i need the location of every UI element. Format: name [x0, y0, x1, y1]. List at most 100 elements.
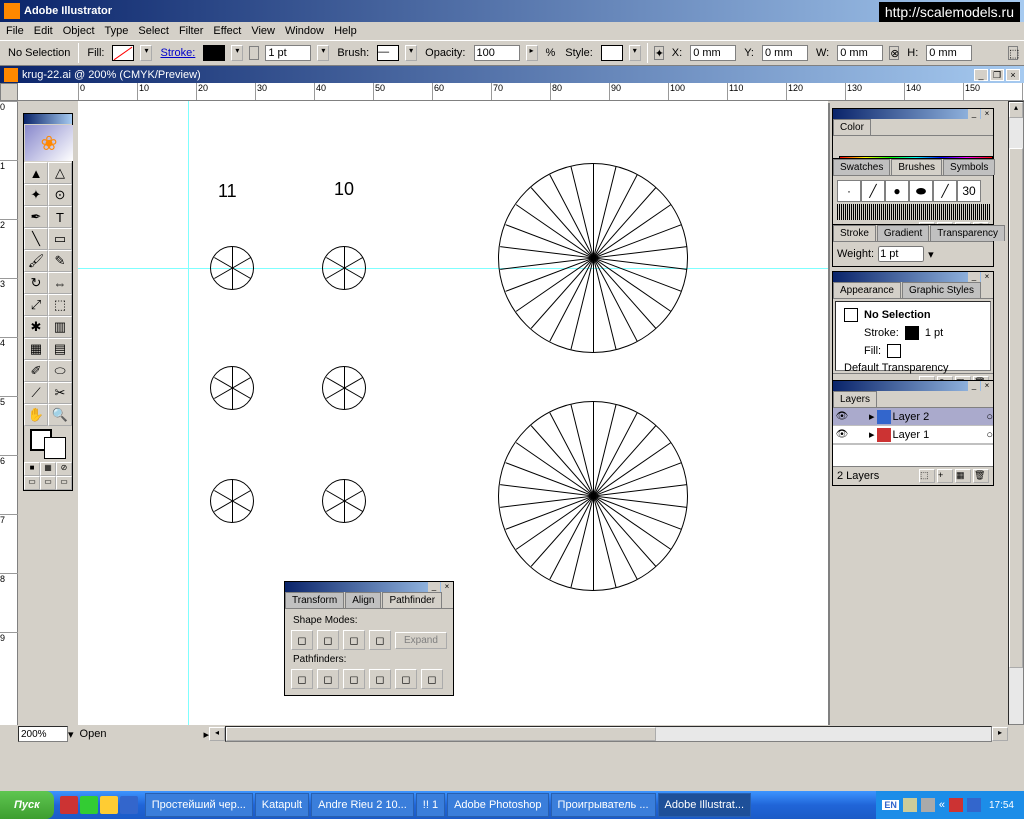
task-item[interactable]: Простейший чер... [145, 793, 253, 817]
zoom-tool[interactable]: 🔍 [48, 404, 72, 426]
tab-align[interactable]: Align [345, 592, 381, 608]
ql-icon[interactable] [120, 796, 138, 814]
magic-wand-tool[interactable]: ✦ [24, 184, 48, 206]
fill-dropdown[interactable]: ▾ [140, 45, 152, 61]
pen-tool[interactable]: ✒ [24, 206, 48, 228]
layer-name[interactable]: Layer 2 [893, 411, 930, 423]
screen-mode-full-menu[interactable]: ▭ [40, 476, 56, 490]
expand-icon[interactable]: ▸ [869, 410, 875, 423]
wheel-object[interactable] [322, 246, 366, 290]
doc-close-button[interactable]: × [1006, 69, 1020, 81]
pencil-tool[interactable]: ✎ [48, 250, 72, 272]
menu-file[interactable]: File [6, 25, 24, 37]
ruler-horizontal[interactable]: 0102030405060708090100110120130140150160 [18, 83, 1024, 101]
scroll-up-button[interactable]: ▴ [1009, 102, 1023, 118]
menu-help[interactable]: Help [334, 25, 357, 37]
panel-close-icon[interactable]: × [981, 272, 993, 282]
style-dropdown[interactable]: ▾ [629, 45, 641, 61]
x-input[interactable] [690, 45, 736, 61]
rectangle-tool[interactable]: ▭ [48, 228, 72, 250]
gradient-mode-button[interactable]: ▦ [40, 462, 56, 476]
panel-minimize-icon[interactable]: _ [968, 109, 980, 119]
h-input[interactable] [926, 45, 972, 61]
make-clip-icon[interactable]: ⬚ [919, 469, 935, 483]
reflect-tool[interactable]: ⇔ [48, 272, 72, 294]
tray-expand-icon[interactable]: « [939, 799, 945, 811]
intersect-shape-button[interactable]: ◻ [343, 630, 365, 650]
task-item[interactable]: Проигрыватель ... [551, 793, 656, 817]
brush-item[interactable]: ⬬ [909, 180, 933, 202]
type-tool[interactable]: T [48, 206, 72, 228]
tab-pathfinder[interactable]: Pathfinder [382, 592, 442, 608]
layer-name[interactable]: Layer 1 [893, 429, 930, 441]
exclude-shape-button[interactable]: ◻ [369, 630, 391, 650]
panel-titlebar[interactable]: _× [285, 582, 453, 592]
clock[interactable]: 17:54 [985, 800, 1018, 811]
transform-icon[interactable]: ✦ [654, 46, 664, 60]
guide-vertical[interactable] [188, 101, 189, 725]
ruler-origin[interactable] [0, 83, 18, 101]
tray-icon[interactable] [921, 798, 935, 812]
layer-row[interactable]: 👁 ▸ Layer 2 ○ [833, 408, 993, 426]
merge-button[interactable]: ◻ [343, 669, 365, 689]
wheel-object[interactable] [210, 479, 254, 523]
brush-item[interactable]: ● [885, 180, 909, 202]
brush-item[interactable]: ╱ [933, 180, 957, 202]
doc-restore-button[interactable]: ❐ [990, 69, 1004, 81]
wheel-object-large[interactable] [498, 163, 688, 353]
subtract-shape-button[interactable]: ◻ [317, 630, 339, 650]
fill-swatch[interactable] [112, 45, 134, 61]
selection-tool[interactable]: ▲ [24, 162, 48, 184]
stroke-dropdown[interactable]: ▾ [231, 45, 243, 61]
tab-stroke[interactable]: Stroke [833, 225, 876, 241]
tab-symbols[interactable]: Symbols [943, 159, 995, 175]
none-mode-button[interactable]: ⊘ [56, 462, 72, 476]
scrollbar-vertical[interactable]: ▴ [1008, 101, 1024, 725]
toolbox-titlebar[interactable] [24, 114, 72, 124]
weight-dropdown[interactable]: ▾ [928, 248, 934, 261]
y-input[interactable] [762, 45, 808, 61]
panel-titlebar[interactable]: _× [833, 109, 993, 119]
outline-button[interactable]: ◻ [395, 669, 417, 689]
palette-toggle-icon[interactable]: ⬚ [1008, 46, 1018, 60]
scroll-thumb-h[interactable] [226, 727, 656, 741]
menu-view[interactable]: View [251, 25, 275, 37]
task-item-active[interactable]: Adobe Illustrat... [658, 793, 752, 817]
ql-icon[interactable] [100, 796, 118, 814]
line-tool[interactable]: ╲ [24, 228, 48, 250]
panel-titlebar[interactable]: _× [833, 272, 993, 282]
guide-horizontal[interactable] [78, 268, 828, 269]
task-item[interactable]: Katapult [255, 793, 309, 817]
tab-appearance[interactable]: Appearance [833, 282, 901, 298]
menu-window[interactable]: Window [285, 25, 324, 37]
brush-dropdown[interactable]: ▾ [405, 45, 417, 61]
tab-brushes[interactable]: Brushes [891, 159, 942, 175]
brush-swatch[interactable]: — [377, 45, 399, 61]
wheel-object[interactable] [210, 246, 254, 290]
graph-tool[interactable]: ▥ [48, 316, 72, 338]
menu-effect[interactable]: Effect [213, 25, 241, 37]
tab-transform[interactable]: Transform [285, 592, 344, 608]
brush-item[interactable]: · [837, 180, 861, 202]
tray-icon[interactable] [949, 798, 963, 812]
wheel-object[interactable] [210, 366, 254, 410]
color-mode-button[interactable]: ■ [24, 462, 40, 476]
scroll-track-h[interactable] [225, 726, 992, 742]
fill-stroke-control[interactable] [24, 426, 72, 462]
expand-icon[interactable]: ▸ [869, 428, 875, 441]
opacity-dropdown[interactable]: ▸ [526, 45, 538, 61]
none-swatch[interactable] [837, 140, 851, 154]
tab-transparency[interactable]: Transparency [930, 225, 1005, 241]
scale-tool[interactable]: ⤢ [24, 294, 48, 316]
tab-layers[interactable]: Layers [833, 391, 877, 407]
trim-button[interactable]: ◻ [317, 669, 339, 689]
panel-close-icon[interactable]: × [981, 381, 993, 391]
screen-mode-full[interactable]: ▭ [56, 476, 72, 490]
expand-button[interactable]: Expand [395, 632, 447, 649]
wheel-object[interactable] [322, 479, 366, 523]
w-input[interactable] [837, 45, 883, 61]
rotate-tool[interactable]: ↻ [24, 272, 48, 294]
visibility-icon[interactable]: 👁 [833, 429, 851, 440]
style-swatch[interactable] [601, 45, 623, 61]
delete-layer-icon[interactable]: 🗑 [973, 469, 989, 483]
